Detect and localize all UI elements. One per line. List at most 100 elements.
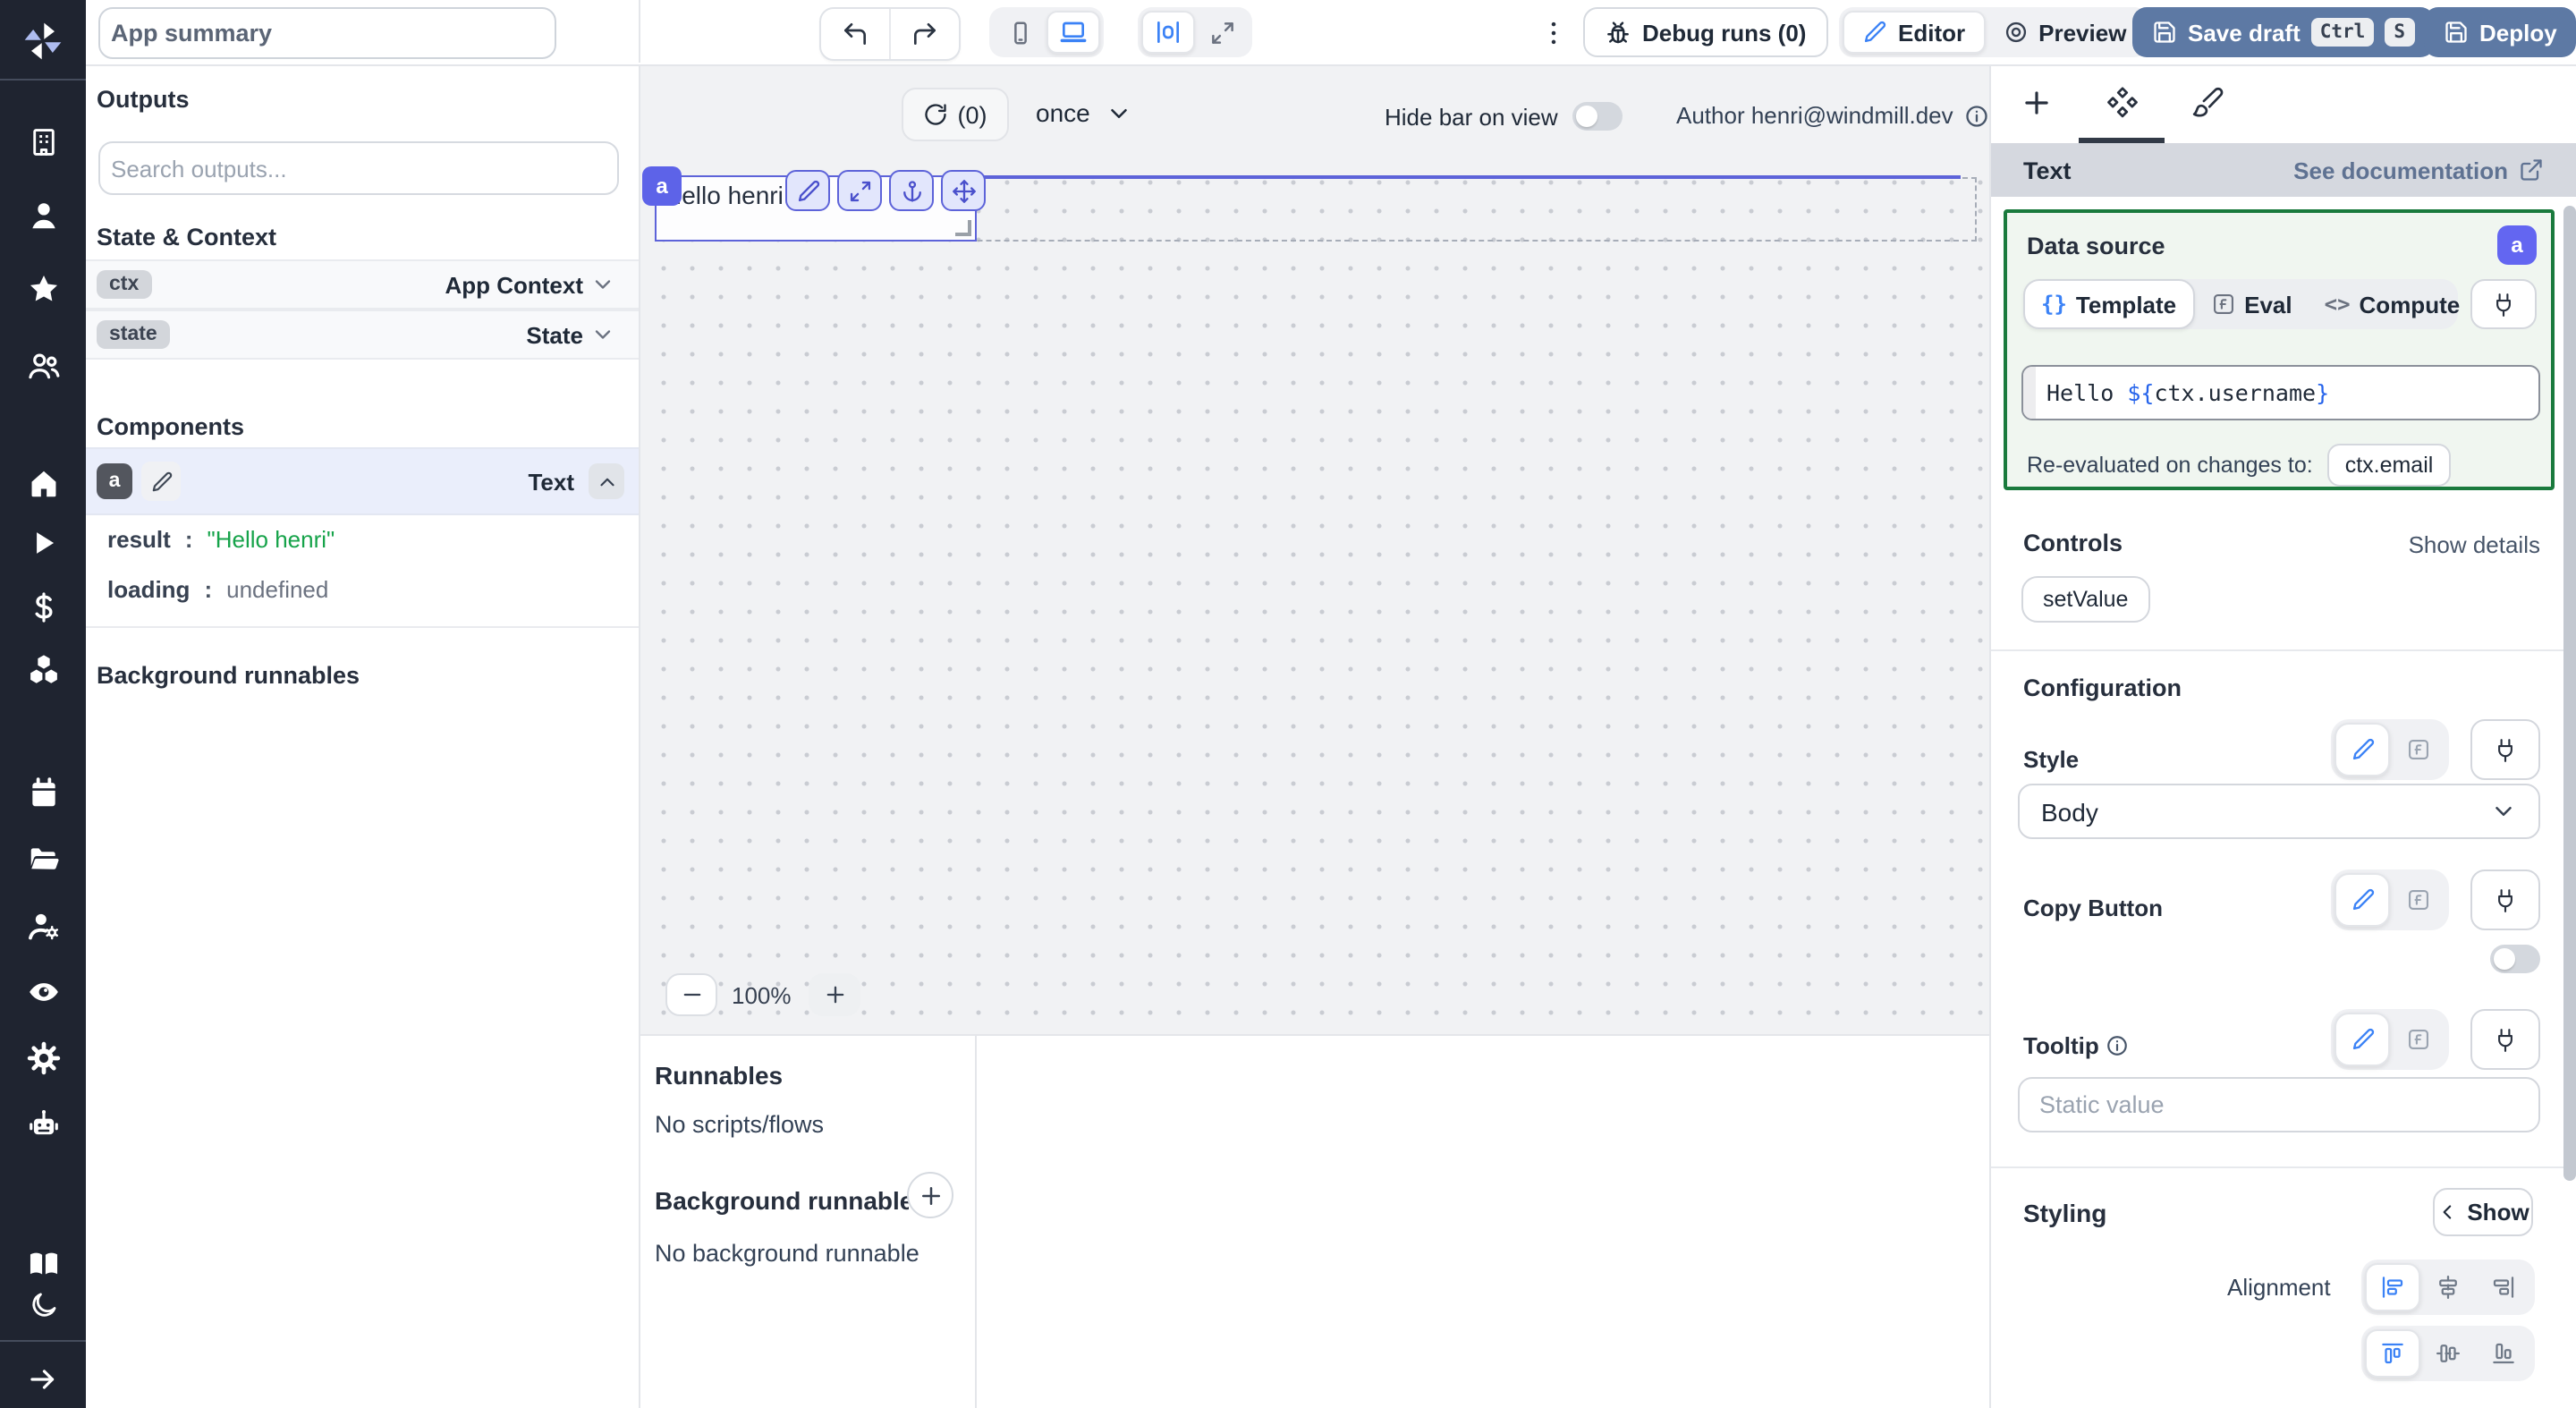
- editor-preview-toggle: Editor Preview: [1839, 7, 2148, 57]
- zoom-out-button[interactable]: [665, 973, 717, 1016]
- tab-global-styling[interactable]: [2165, 64, 2250, 141]
- preview-tab[interactable]: Preview: [1985, 11, 2144, 54]
- output-result-row[interactable]: result : "Hello henri": [107, 526, 335, 553]
- windmill-logo[interactable]: [0, 18, 86, 64]
- show-details-link[interactable]: Show details: [2409, 531, 2540, 558]
- align-top-button[interactable]: [2365, 1329, 2420, 1378]
- full-width-button[interactable]: [1195, 11, 1249, 54]
- expand-component-button[interactable]: [837, 170, 882, 211]
- move-icon: [951, 178, 976, 203]
- show-styling-button[interactable]: Show: [2433, 1188, 2533, 1236]
- tab-component-settings[interactable]: [2079, 64, 2165, 141]
- add-background-runnable-button[interactable]: [907, 1172, 953, 1218]
- template-tab[interactable]: {} Template: [2023, 279, 2194, 329]
- mobile-view-button[interactable]: [993, 11, 1046, 54]
- canvas-grid[interactable]: Hello henri a 100%: [639, 157, 1989, 1034]
- compute-tab[interactable]: <> Compute: [2309, 279, 2477, 329]
- align-center-button[interactable]: [2420, 1263, 2476, 1311]
- code-gutter: [2023, 367, 2036, 419]
- scrollbar-thumb[interactable]: [2563, 206, 2576, 1181]
- sidebar-item-theme-toggle[interactable]: [0, 1290, 86, 1320]
- copy-connect-button[interactable]: [2470, 869, 2540, 930]
- sidebar-collapse-button[interactable]: [0, 1363, 86, 1395]
- pencil-icon: [795, 178, 820, 203]
- function-square-icon: [2210, 292, 2235, 317]
- save-draft-button[interactable]: Save draft Ctrl S: [2132, 7, 2434, 57]
- chevron-down-icon[interactable]: [590, 272, 615, 297]
- component-badge-a[interactable]: a: [642, 166, 682, 206]
- refresh-icon: [924, 102, 949, 127]
- hide-bar-toggle[interactable]: [1572, 102, 1623, 131]
- style-static-mode-button[interactable]: [2334, 723, 2390, 776]
- info-icon[interactable]: [1964, 103, 1989, 128]
- component-type-label: Text: [528, 468, 574, 495]
- align-right-button[interactable]: [2476, 1263, 2531, 1311]
- sidebar-item-variables[interactable]: [0, 590, 86, 624]
- redo-button[interactable]: [889, 9, 959, 59]
- align-left-button[interactable]: [2365, 1263, 2420, 1311]
- zoom-in-button[interactable]: [809, 973, 860, 1016]
- setvalue-button[interactable]: setValue: [2021, 576, 2149, 623]
- collapse-component-button[interactable]: [589, 463, 624, 499]
- copy-eval-mode-button[interactable]: [2390, 873, 2445, 927]
- output-row-ctx[interactable]: ctx App Context: [86, 259, 639, 310]
- component-row-a[interactable]: a Text: [86, 447, 639, 515]
- sidebar-item-runs[interactable]: [0, 526, 86, 560]
- sidebar-item-folders[interactable]: [0, 843, 86, 877]
- sidebar-item-docs[interactable]: [0, 1247, 86, 1281]
- eval-tab[interactable]: Eval: [2194, 279, 2309, 329]
- undo-button[interactable]: [821, 9, 889, 59]
- center-layout-button[interactable]: [1141, 11, 1195, 54]
- tooltip-static-mode-button[interactable]: [2334, 1013, 2390, 1066]
- sidebar-item-resources[interactable]: [0, 653, 86, 687]
- sidebar-item-user[interactable]: [0, 199, 86, 233]
- resize-handle[interactable]: [955, 220, 971, 236]
- info-icon[interactable]: [2106, 1034, 2130, 1057]
- sidebar-item-schedules[interactable]: [0, 776, 86, 810]
- user-cog-icon: [26, 909, 60, 943]
- chevron-down-icon[interactable]: [590, 322, 615, 347]
- sidebar-item-home[interactable]: [0, 467, 86, 501]
- tooltip-static-value-input[interactable]: [2018, 1077, 2540, 1132]
- connect-data-source-button[interactable]: [2470, 279, 2537, 329]
- preview-icon: [2003, 20, 2028, 45]
- desktop-view-button[interactable]: [1046, 11, 1100, 54]
- tooltip-eval-mode-button[interactable]: [2390, 1013, 2445, 1066]
- anchor-component-button[interactable]: [889, 170, 934, 211]
- rename-component-button[interactable]: [141, 462, 181, 501]
- star-icon: [26, 272, 60, 306]
- edit-component-button[interactable]: [785, 170, 830, 211]
- output-row-state[interactable]: state State: [86, 310, 639, 360]
- copy-static-mode-button[interactable]: [2334, 873, 2390, 927]
- sidebar-item-groups[interactable]: [0, 349, 86, 383]
- align-middle-button[interactable]: [2420, 1329, 2476, 1378]
- run-mode-dropdown[interactable]: once: [1036, 98, 1133, 127]
- sidebar-item-favorites[interactable]: [0, 272, 86, 306]
- toggle-knob: [1576, 106, 1597, 127]
- output-loading-row[interactable]: loading : undefined: [107, 576, 328, 603]
- align-bottom-button[interactable]: [2476, 1329, 2531, 1378]
- move-component-button[interactable]: [941, 170, 986, 211]
- app-canvas: (0) once Hide bar on view Author henri@w…: [639, 64, 1989, 1034]
- sidebar-item-ai[interactable]: [0, 1107, 86, 1141]
- style-connect-button[interactable]: [2470, 719, 2540, 780]
- tooltip-connect-button[interactable]: [2470, 1009, 2540, 1070]
- template-code-input[interactable]: Hello ${ctx.username}: [2021, 365, 2540, 420]
- editor-tab[interactable]: Editor: [1843, 11, 1985, 54]
- tab-insert-component[interactable]: [1993, 64, 2079, 141]
- style-select[interactable]: Body: [2018, 784, 2540, 839]
- more-menu-button[interactable]: [1531, 7, 1574, 57]
- search-outputs-input[interactable]: [98, 141, 619, 195]
- deploy-button[interactable]: Deploy: [2424, 7, 2576, 57]
- refresh-button[interactable]: (0): [902, 88, 1009, 141]
- app-summary-input[interactable]: [98, 7, 556, 59]
- sidebar-item-audit-logs[interactable]: [0, 975, 86, 1009]
- reevaluated-dependency[interactable]: ctx.email: [2327, 444, 2452, 487]
- style-eval-mode-button[interactable]: [2390, 723, 2445, 776]
- sidebar-item-settings[interactable]: [0, 1041, 86, 1075]
- see-documentation-link[interactable]: See documentation: [2293, 157, 2544, 183]
- copy-button-toggle[interactable]: [2490, 945, 2540, 973]
- debug-runs-button[interactable]: Debug runs (0): [1583, 7, 1827, 57]
- sidebar-item-workers[interactable]: [0, 909, 86, 943]
- sidebar-item-workspace[interactable]: [0, 125, 86, 159]
